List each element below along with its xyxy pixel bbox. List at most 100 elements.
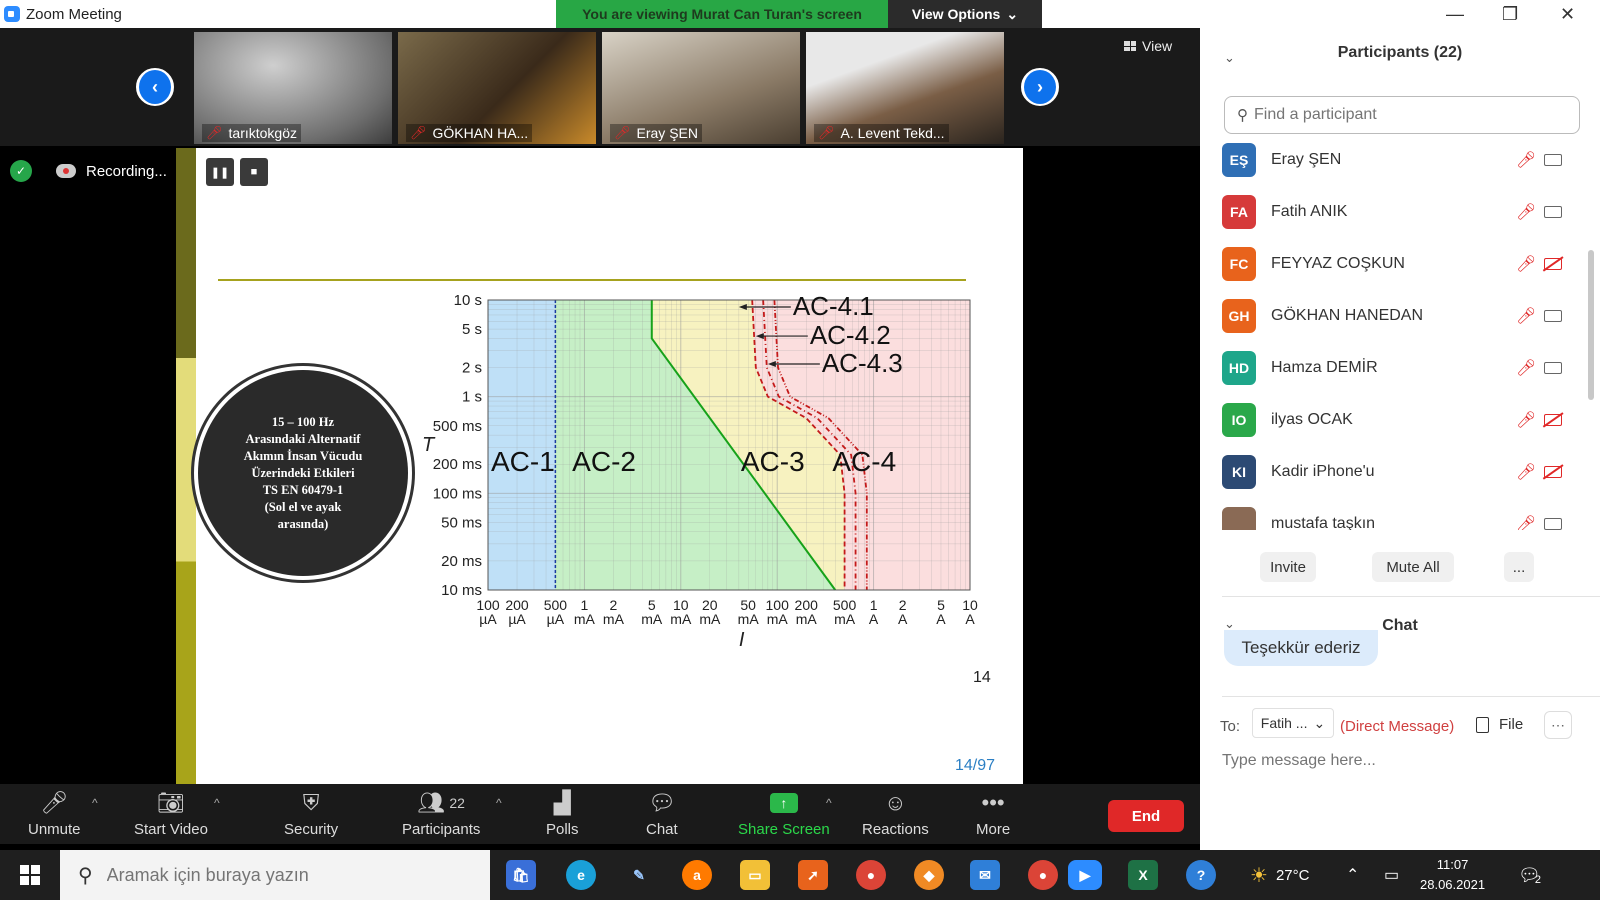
x-tick-label: 50 mA	[738, 597, 760, 627]
meeting-toolbar: 🎤︎ Unmute ^ 📷︎ Start Video ^ ⛨ Security …	[0, 784, 1200, 844]
polls-button[interactable]: ▟ Polls	[546, 788, 579, 838]
video-tile[interactable]: 🎤︎ GÖKHAN HA...	[398, 32, 596, 144]
chat-message-input[interactable]	[1222, 752, 1572, 770]
participant-avatar: FA	[1222, 195, 1256, 229]
vpn-app-icon[interactable]: ◆	[914, 860, 944, 890]
shield-icon: ⛨	[302, 790, 320, 815]
y-tick-label: 10 s	[454, 292, 482, 309]
video-tile[interactable]: 🎤︎ tarıktokgöz	[194, 32, 392, 144]
recipient-value: Fatih ...	[1260, 715, 1308, 731]
unmute-button[interactable]: 🎤︎ Unmute	[28, 788, 81, 838]
participant-row[interactable]: EŞ Eray ŞEN 🎤︎	[1222, 140, 1582, 186]
chat-button[interactable]: 💬︎ Chat	[646, 788, 678, 838]
participants-more-button[interactable]: ...	[1504, 552, 1534, 582]
participant-row[interactable]: FC FEYYAZ COŞKUN 🎤︎	[1222, 238, 1582, 290]
taskbar-search[interactable]: ⚲	[60, 850, 490, 900]
store-icon[interactable]: 🛍︎	[506, 860, 536, 890]
slide-title-line: 15 – 100 Hz	[271, 414, 335, 429]
view-button[interactable]: View	[1124, 38, 1172, 54]
recipient-select[interactable]: Fatih ... ⌄	[1252, 708, 1334, 738]
feather-app-icon[interactable]: ✎	[624, 860, 654, 890]
participant-row[interactable]: HD Hamza DEMİR 🎤︎	[1222, 342, 1582, 394]
y-axis-label: T	[422, 434, 436, 456]
share-screen-button[interactable]: ↑ Share Screen	[738, 788, 830, 838]
video-tile[interactable]: 🎤︎ A. Levent Tekd...	[806, 32, 1004, 144]
start-video-button[interactable]: 📷︎ Start Video	[134, 788, 208, 838]
file-label: File	[1499, 716, 1524, 733]
security-label: Security	[284, 821, 339, 838]
more-button[interactable]: ••• More	[976, 788, 1010, 838]
participants-button[interactable]: 👥︎ 22 Participants	[402, 788, 480, 838]
security-button[interactable]: ⛨ Security	[284, 788, 338, 838]
clock[interactable]: 11:07 28.06.2021	[1420, 850, 1485, 900]
smiley-plus-icon: ☺	[884, 790, 907, 815]
tile-name: Eray ŞEN	[636, 125, 698, 141]
help-icon[interactable]: ?	[1186, 860, 1216, 890]
share-screen-icon: ↑	[769, 788, 798, 818]
launcher-app-icon[interactable]: ➚	[798, 860, 828, 890]
y-tick-label: 1 s	[462, 389, 482, 406]
video-off-icon	[1544, 414, 1562, 426]
audio-options-caret[interactable]: ^	[92, 796, 98, 810]
slide-page-number: 14	[973, 669, 991, 686]
participant-row[interactable]: GH GÖKHAN HANEDAN 🎤︎	[1222, 290, 1582, 342]
share-options-caret[interactable]: ^	[826, 796, 832, 810]
video-tile[interactable]: 🎤︎ Eray ŞEN	[602, 32, 800, 144]
participant-row[interactable]: FA Fatih ANIK 🎤︎	[1222, 186, 1582, 238]
edge-browser-icon[interactable]: e	[566, 860, 596, 890]
next-page-button[interactable]: ›	[1021, 68, 1059, 106]
chrome-profile-icon[interactable]: ●	[1028, 860, 1058, 890]
chevron-up-icon[interactable]: ⌃	[1346, 850, 1359, 900]
end-meeting-button[interactable]: End	[1108, 800, 1184, 832]
clock-date: 28.06.2021	[1420, 877, 1486, 892]
restore-icon[interactable]: ❐	[1502, 4, 1518, 25]
reactions-button[interactable]: ☺ Reactions	[862, 788, 929, 838]
chat-more-button[interactable]: ⋯	[1544, 711, 1572, 739]
participant-list-scrollbar[interactable]	[1588, 250, 1594, 400]
participant-search[interactable]: ⚲	[1224, 96, 1580, 134]
pause-recording-button[interactable]: ❚❚	[206, 158, 234, 186]
video-camera-icon	[1544, 310, 1562, 322]
chrome-icon[interactable]: ●	[856, 860, 886, 890]
participants-options-caret[interactable]: ^	[496, 796, 502, 810]
previous-page-button[interactable]: ‹	[136, 68, 174, 106]
file-explorer-icon[interactable]: ▭	[740, 860, 770, 890]
participant-row[interactable]: KI Kadir iPhone'u 🎤︎	[1222, 446, 1582, 498]
zoom-taskbar-icon[interactable]: ▶	[1068, 860, 1102, 890]
tile-name-tag: 🎤︎ GÖKHAN HA...	[406, 124, 533, 142]
x-tick-label: 5A	[936, 597, 946, 627]
tile-name-tag: 🎤︎ tarıktokgöz	[202, 124, 301, 142]
invite-button[interactable]: Invite	[1260, 552, 1316, 582]
minimize-icon[interactable]: —	[1446, 4, 1464, 25]
weather-widget[interactable]: ☀ 27°C	[1250, 850, 1309, 900]
mail-icon[interactable]: ✉	[970, 860, 1000, 890]
file-button[interactable]: File	[1476, 716, 1523, 733]
unmute-label: Unmute	[28, 821, 81, 838]
tile-name: tarıktokgöz	[228, 125, 297, 141]
mute-all-button[interactable]: Mute All	[1372, 552, 1454, 582]
windows-start-icon[interactable]	[20, 865, 40, 885]
participant-search-input[interactable]	[1254, 106, 1554, 124]
notifications-icon[interactable]: 💬︎ 2	[1518, 850, 1541, 900]
view-options-button[interactable]: View Options ⌄	[888, 0, 1042, 28]
slide-title-line: Arasındaki Alternatif	[245, 431, 361, 446]
participant-row[interactable]: IO ilyas OCAK 🎤︎	[1222, 394, 1582, 446]
grid-view-icon	[1124, 41, 1136, 51]
participant-row[interactable]: mustafa taşkın 🎤︎	[1222, 498, 1582, 530]
video-options-caret[interactable]: ^	[214, 796, 220, 810]
tile-name-tag: 🎤︎ Eray ŞEN	[610, 124, 702, 142]
excel-icon[interactable]: X	[1128, 860, 1158, 890]
avast-icon[interactable]: a	[682, 860, 712, 890]
y-tick-label: 100 ms	[433, 485, 482, 502]
slide-title-line: Üzerindeki Etkileri	[251, 465, 355, 480]
chat-message-bubble: Teşekkür ederiz	[1224, 630, 1378, 666]
chevron-down-icon: ⌄	[1313, 714, 1326, 731]
participant-name: Kadir iPhone'u	[1271, 463, 1375, 480]
battery-icon[interactable]: ▭	[1384, 850, 1399, 900]
mic-muted-icon: 🎤︎	[206, 125, 223, 140]
close-icon[interactable]: ✕	[1560, 4, 1575, 25]
stop-recording-button[interactable]: ■	[240, 158, 268, 186]
video-off-icon	[1544, 258, 1562, 270]
taskbar-search-input[interactable]	[106, 864, 467, 886]
windows-taskbar: ⚲ 🛍︎ e ✎ a ▭ ➚ ● ◆ ✉ ● ▶ X ? ☀ 27°C ⌃ ▭ …	[0, 850, 1600, 900]
